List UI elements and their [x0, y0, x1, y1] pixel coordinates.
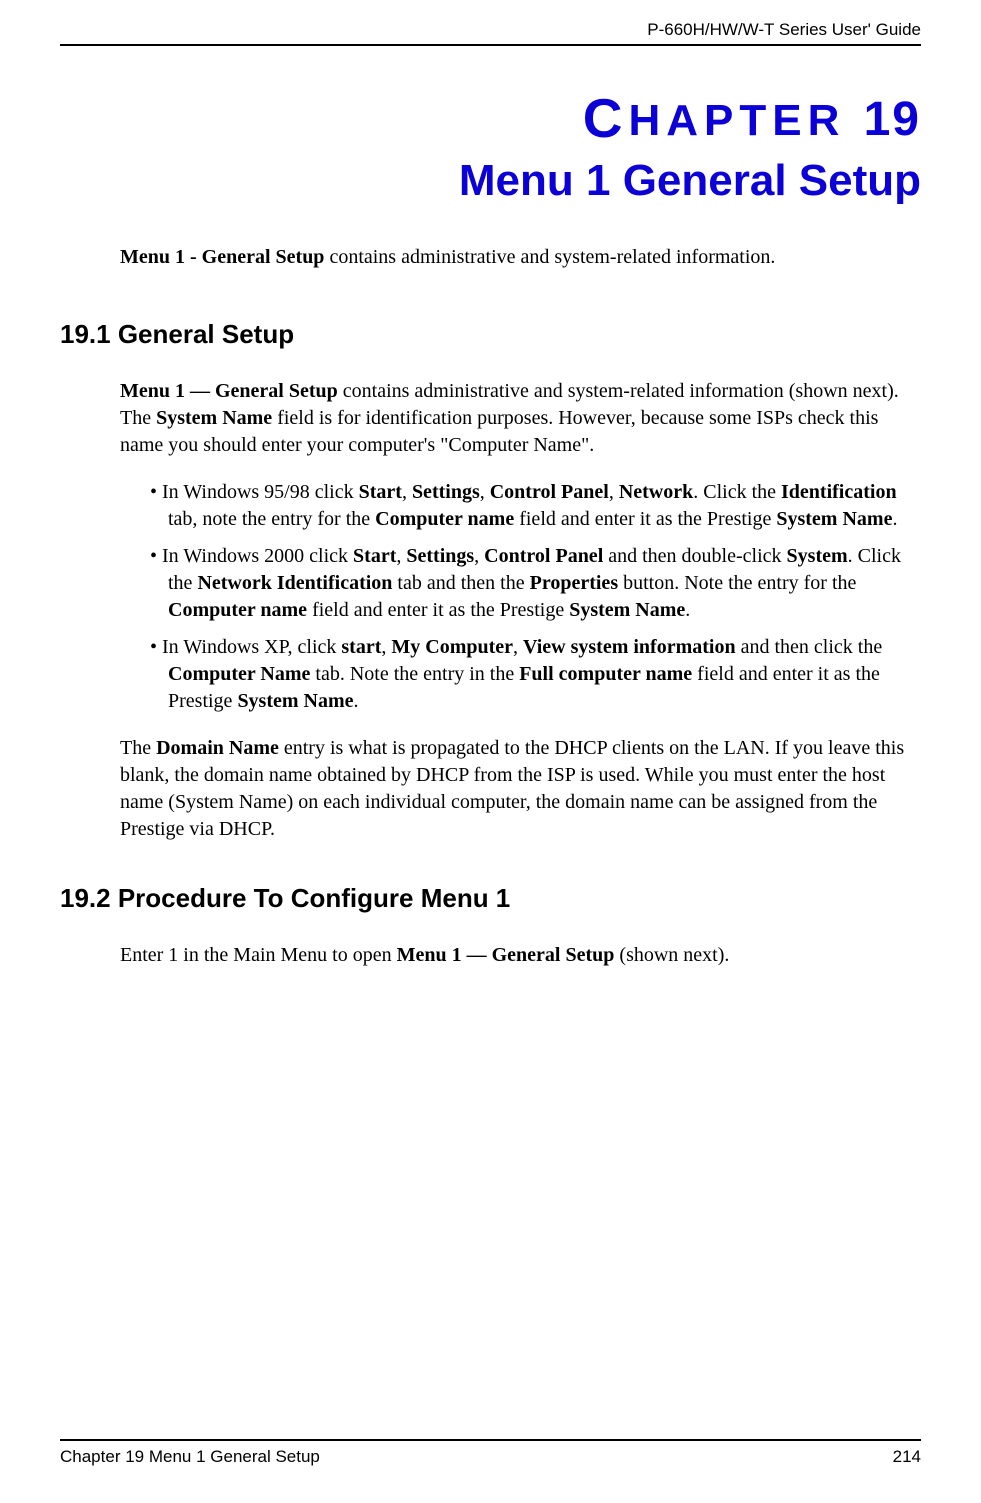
- chapter-number: 19: [864, 93, 921, 146]
- chapter-word: HAPTER: [628, 96, 845, 145]
- chapter-label: CHAPTER 19: [60, 86, 921, 150]
- s1p1-bold1: Menu 1 — General Setup: [120, 380, 338, 402]
- s1p2-a: The: [120, 737, 156, 759]
- section-2-heading: 19.2 Procedure To Configure Menu 1: [60, 883, 921, 914]
- chapter-intro: Menu 1 - General Setup contains administ…: [120, 244, 921, 271]
- list-item: In Windows XP, click start, My Computer,…: [150, 634, 921, 715]
- list-item: In Windows 95/98 click Start, Settings, …: [150, 479, 921, 533]
- footer-left: Chapter 19 Menu 1 General Setup: [60, 1447, 320, 1467]
- section-1-para-1: Menu 1 — General Setup contains administ…: [120, 378, 921, 459]
- section-1-heading: 19.1 General Setup: [60, 319, 921, 350]
- li3-pre: In Windows XP, click: [162, 636, 341, 658]
- s2p1-c: (shown next).: [614, 944, 729, 966]
- list-item: In Windows 2000 click Start, Settings, C…: [150, 543, 921, 624]
- bullet-list: In Windows 95/98 click Start, Settings, …: [150, 479, 921, 715]
- page-header: P-660H/HW/W-T Series User' Guide: [60, 20, 921, 46]
- s2p1-a: Enter 1 in the Main Menu to open: [120, 944, 397, 966]
- section-2-para-1: Enter 1 in the Main Menu to open Menu 1 …: [120, 942, 921, 969]
- chapter-title: Menu 1 General Setup: [60, 156, 921, 206]
- intro-rest: contains administrative and system-relat…: [324, 246, 775, 268]
- s1p2-b1: Domain Name: [156, 737, 279, 759]
- footer-page-number: 214: [893, 1447, 921, 1467]
- s2p1-b: Menu 1 — General Setup: [397, 944, 615, 966]
- page-footer: Chapter 19 Menu 1 General Setup 214: [60, 1439, 921, 1467]
- s1p1-bold2: System Name: [156, 407, 272, 429]
- intro-lead: Menu 1 - General Setup: [120, 246, 324, 268]
- li1-pre: In Windows 95/98 click: [162, 481, 359, 503]
- chapter-letter: C: [583, 87, 629, 149]
- guide-title: P-660H/HW/W-T Series User' Guide: [647, 20, 921, 40]
- li2-pre: In Windows 2000 click: [162, 545, 353, 567]
- section-1-para-2: The Domain Name entry is what is propaga…: [120, 735, 921, 843]
